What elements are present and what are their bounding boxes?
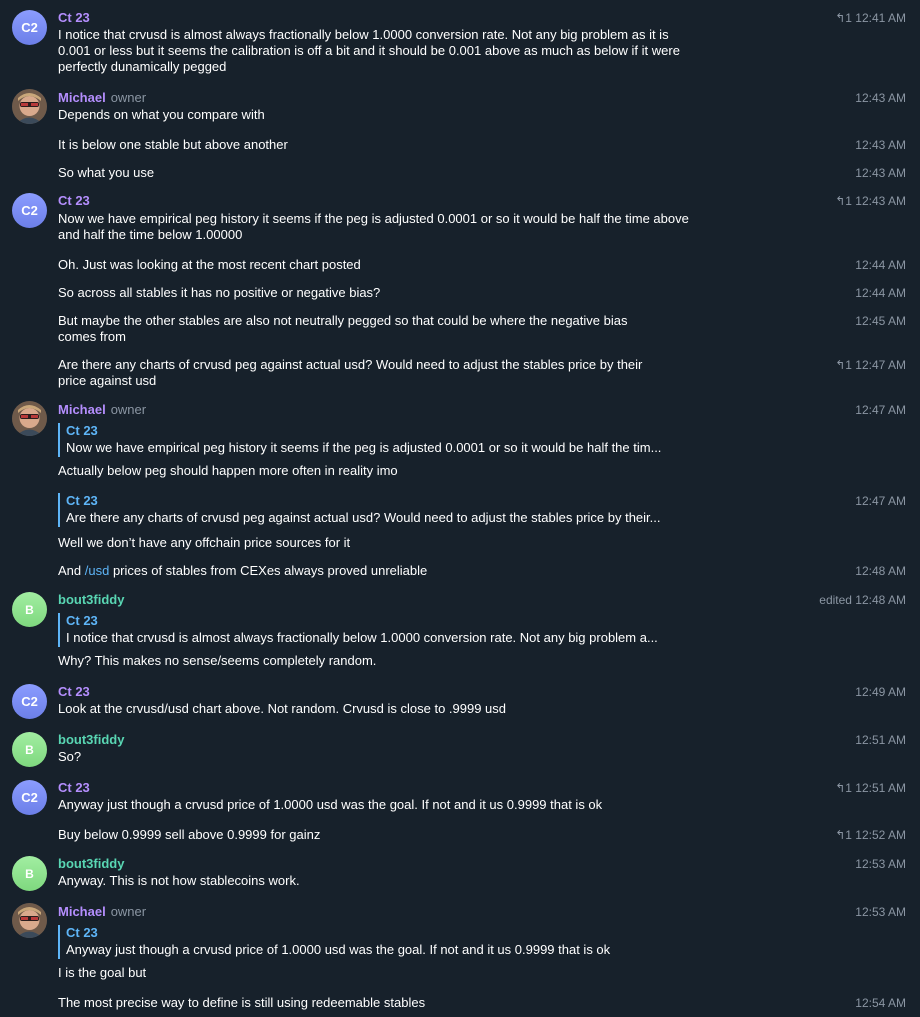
message-time: ↰1 12:43 AM xyxy=(835,194,906,208)
message-text: Why? This makes no sense/seems completel… xyxy=(58,653,377,668)
message-time: ↰1 12:51 AM xyxy=(835,781,906,795)
avatar-initials: C2 xyxy=(21,20,38,35)
sender-name[interactable]: bout3fiddy xyxy=(58,592,124,608)
sender-name[interactable]: Ct 23 xyxy=(58,10,90,26)
sender-name[interactable]: bout3fiddy xyxy=(58,732,124,748)
sender-name[interactable]: Michael owner xyxy=(58,402,146,418)
message-time: ↰1 12:52 AM xyxy=(835,828,906,842)
avatar[interactable]: C2 xyxy=(12,193,47,228)
message-time: 12:54 AM xyxy=(855,996,906,1010)
quote-sender: Ct 23 xyxy=(66,493,98,508)
message-text: It is below one stable but above another xyxy=(58,137,288,152)
message-text: And /usd prices of stables from CEXes al… xyxy=(58,563,428,578)
message-time: ↰1 12:47 AM xyxy=(835,358,906,372)
reply-icon: ↰ xyxy=(835,781,846,795)
message-time: 12:44 AM xyxy=(855,258,906,272)
sender-name[interactable]: Ct 23 xyxy=(58,193,90,209)
role-badge: owner xyxy=(110,904,147,919)
reply-quote[interactable]: Ct 23 I notice that crvusd is almost alw… xyxy=(58,613,706,647)
avatar[interactable] xyxy=(12,903,47,938)
command-link[interactable]: /usd xyxy=(85,563,110,578)
message-text: The most precise way to define is still … xyxy=(58,995,426,1010)
reply-icon: ↰ xyxy=(835,358,846,372)
message-time: 12:47 AM xyxy=(855,494,906,508)
message-time: 12:53 AM xyxy=(855,905,906,919)
avatar-initials: B xyxy=(25,602,34,617)
reply-quote[interactable]: Ct 23 Are there any charts of crvusd peg… xyxy=(58,493,706,527)
quote-text: I notice that crvusd is almost always fr… xyxy=(66,630,658,645)
message-time: 12:43 AM xyxy=(855,91,906,105)
sender-name[interactable]: Ct 23 xyxy=(58,684,90,700)
message-text: Oh. Just was looking at the most recent … xyxy=(58,257,361,272)
message-text: Depends on what you compare with xyxy=(58,107,265,122)
reply-icon: ↰ xyxy=(835,11,846,25)
sender-name[interactable]: Michael owner xyxy=(58,90,146,106)
message-text: Anyway just though a crvusd price of 1.0… xyxy=(58,797,603,812)
quote-sender: Ct 23 xyxy=(66,613,98,628)
message-text: But maybe the other stables are also not… xyxy=(58,313,628,344)
avatar-initials: C2 xyxy=(21,790,38,805)
quote-text: Now we have empirical peg history it see… xyxy=(66,440,662,455)
message-text: So what you use xyxy=(58,165,155,180)
avatar[interactable]: C2 xyxy=(12,10,47,45)
message-time: edited 12:48 AM xyxy=(819,593,906,607)
user-photo-icon xyxy=(12,401,47,436)
message-time: 12:53 AM xyxy=(855,857,906,871)
message-text: Buy below 0.9999 sell above 0.9999 for g… xyxy=(58,827,321,842)
message-text: Now we have empirical peg history it see… xyxy=(58,211,689,242)
avatar[interactable]: B xyxy=(12,732,47,767)
message-time: ↰1 12:41 AM xyxy=(835,11,906,25)
role-badge: owner xyxy=(110,90,147,105)
user-photo-icon xyxy=(12,903,47,938)
avatar[interactable]: C2 xyxy=(12,684,47,719)
message-text: I is the goal but xyxy=(58,965,147,980)
avatar-initials: B xyxy=(25,866,34,881)
message-time: 12:51 AM xyxy=(855,733,906,747)
role-badge: owner xyxy=(110,402,147,417)
avatar-initials: B xyxy=(25,742,34,757)
quote-text: Anyway just though a crvusd price of 1.0… xyxy=(66,942,611,957)
message-text: Look at the crvusd/usd chart above. Not … xyxy=(58,701,507,716)
sender-name[interactable]: bout3fiddy xyxy=(58,856,124,872)
sender-name[interactable]: Ct 23 xyxy=(58,780,90,796)
sender-name[interactable]: Michael owner xyxy=(58,904,146,920)
message-time: 12:44 AM xyxy=(855,286,906,300)
reply-quote[interactable]: Ct 23 Now we have empirical peg history … xyxy=(58,423,706,457)
avatar[interactable]: B xyxy=(12,592,47,627)
message-text: Well we don’t have any offchain price so… xyxy=(58,535,351,550)
quote-sender: Ct 23 xyxy=(66,925,98,940)
avatar-initials: C2 xyxy=(21,694,38,709)
avatar[interactable] xyxy=(12,89,47,124)
message-time: 12:48 AM xyxy=(855,564,906,578)
reply-quote[interactable]: Ct 23 Anyway just though a crvusd price … xyxy=(58,925,706,959)
message-text: Actually below peg should happen more of… xyxy=(58,463,398,478)
avatar[interactable]: B xyxy=(12,856,47,891)
quote-sender: Ct 23 xyxy=(66,423,98,438)
quote-text: Are there any charts of crvusd peg again… xyxy=(66,510,661,525)
message-text: I notice that crvusd is almost always fr… xyxy=(58,27,680,74)
message-time: 12:45 AM xyxy=(855,314,906,328)
chat-history[interactable]: C2 Ct 23 I notice that crvusd is almost … xyxy=(0,0,920,1017)
reply-icon: ↰ xyxy=(835,828,846,842)
avatar[interactable]: C2 xyxy=(12,780,47,815)
message-time: 12:49 AM xyxy=(855,685,906,699)
message-time: 12:43 AM xyxy=(855,166,906,180)
message-text: Anyway. This is not how stablecoins work… xyxy=(58,873,300,888)
message-text: Are there any charts of crvusd peg again… xyxy=(58,357,643,388)
user-photo-icon xyxy=(12,89,47,124)
message-time: 12:47 AM xyxy=(855,403,906,417)
message-text: So? xyxy=(58,749,82,764)
avatar-initials: C2 xyxy=(21,203,38,218)
reply-icon: ↰ xyxy=(835,194,846,208)
message-time: 12:43 AM xyxy=(855,138,906,152)
avatar[interactable] xyxy=(12,401,47,436)
message-text: So across all stables it has no positive… xyxy=(58,285,381,300)
